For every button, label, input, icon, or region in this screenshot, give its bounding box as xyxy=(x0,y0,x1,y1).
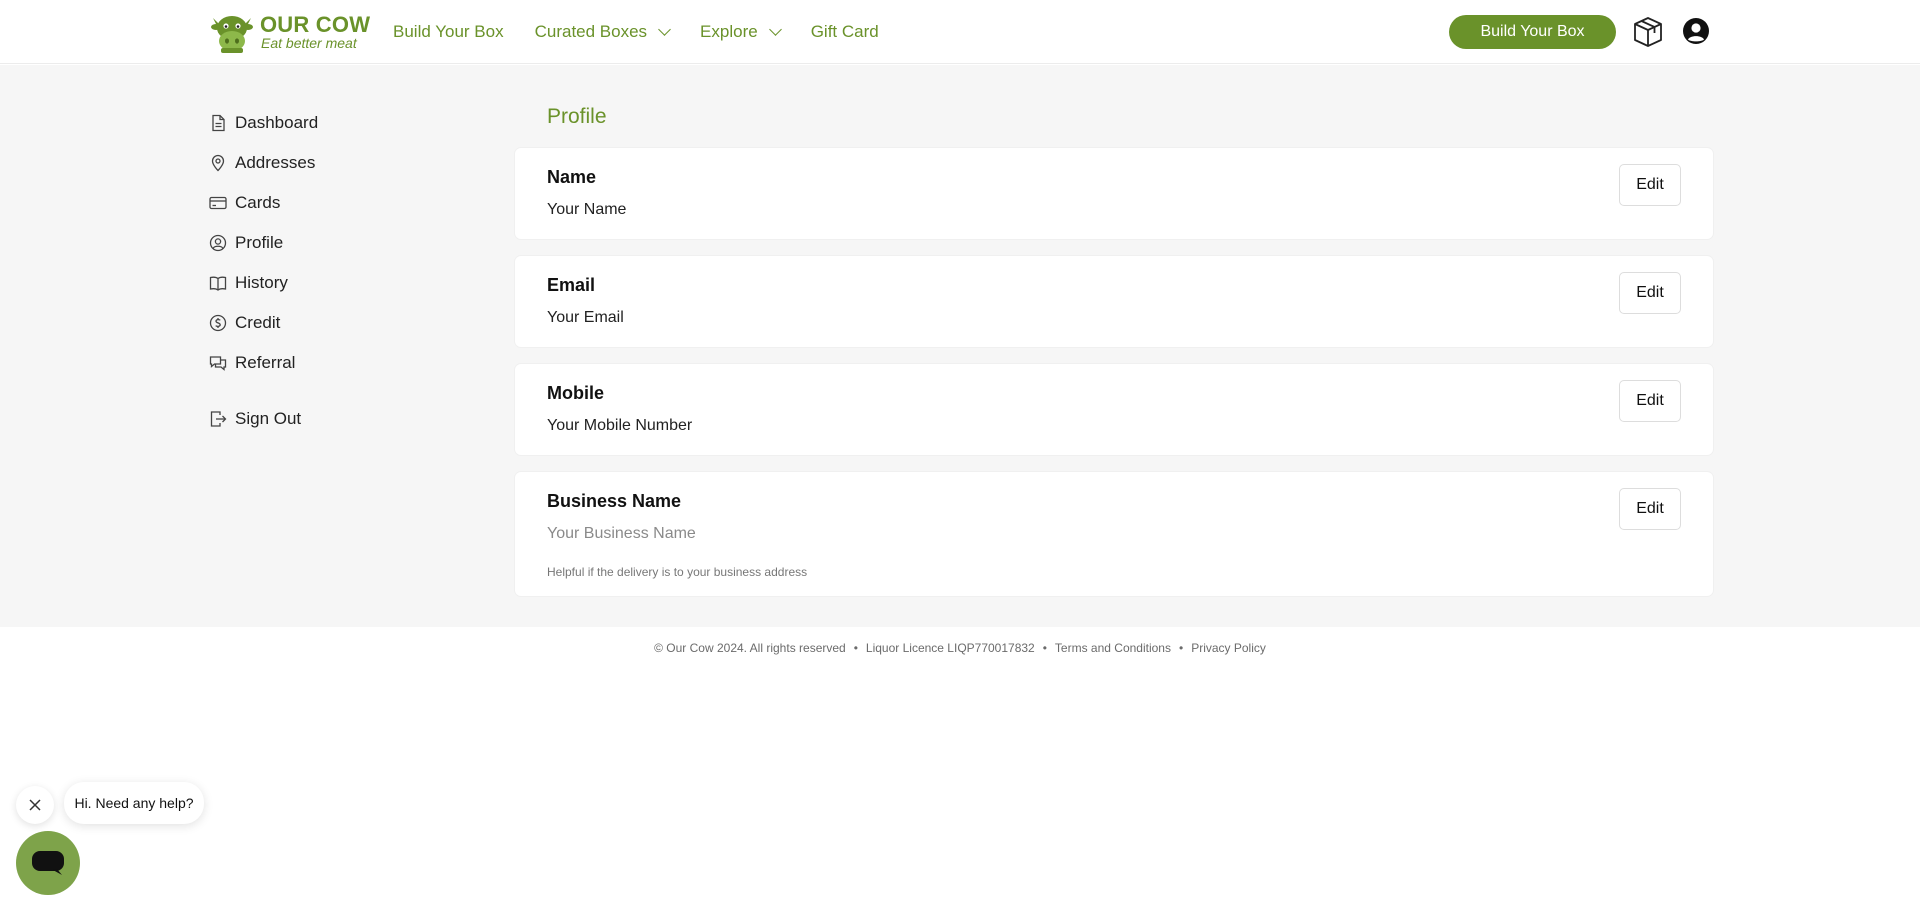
sidebar-item-label: Profile xyxy=(235,233,284,252)
footer-separator: • xyxy=(853,641,858,655)
sidebar-item-credit[interactable]: Credit xyxy=(209,303,449,343)
field-value: Your Name xyxy=(547,201,627,218)
chat-greeting[interactable]: Hi. Need any help? xyxy=(64,782,204,824)
sidebar-item-label: History xyxy=(235,273,288,292)
footer-terms-link[interactable]: Terms and Conditions xyxy=(1055,641,1171,655)
credit-card-icon xyxy=(209,196,227,210)
chevron-down-icon xyxy=(768,23,782,36)
close-icon xyxy=(29,799,41,811)
nav-label: Curated Boxes xyxy=(534,22,648,41)
logo-brand: OUR COW xyxy=(260,12,371,37)
profile-field-email: Email Your Email Edit xyxy=(515,256,1713,347)
sidebar-item-label: Dashboard xyxy=(235,113,319,132)
sidebar-item-referral[interactable]: Referral xyxy=(209,343,449,383)
nav-curated-boxes[interactable]: Curated Boxes xyxy=(534,22,671,42)
nav-label: Build Your Box xyxy=(393,22,504,41)
site-header: OUR COW Eat better meat Build Your Box C… xyxy=(0,0,1920,64)
chevron-down-icon xyxy=(658,23,671,36)
sign-out-button[interactable]: Sign Out xyxy=(209,399,449,439)
nav-build-your-box[interactable]: Build Your Box xyxy=(393,22,504,42)
chat-close-button[interactable] xyxy=(16,786,54,824)
sidebar-item-cards[interactable]: Cards xyxy=(209,183,449,223)
footer-privacy-link[interactable]: Privacy Policy xyxy=(1191,641,1266,655)
sidebar-item-label: Referral xyxy=(235,353,296,372)
field-label: Business Name xyxy=(547,491,682,511)
business-name-placeholder: Your Business Name xyxy=(547,525,696,542)
nav-label: Explore xyxy=(700,22,758,41)
edit-name-button[interactable]: Edit xyxy=(1619,164,1681,206)
footer-separator: • xyxy=(1178,641,1184,655)
build-your-box-button[interactable]: Build Your Box xyxy=(1449,15,1616,49)
logo-tagline: Eat better meat xyxy=(261,35,357,51)
edit-business-name-button[interactable]: Edit xyxy=(1619,488,1681,530)
chat-bubbles-icon xyxy=(209,356,227,371)
field-label: Mobile xyxy=(547,383,604,403)
site-footer: © Our Cow 2024. All rights reserved • Liqu… xyxy=(0,641,1920,655)
edit-mobile-button[interactable]: Edit xyxy=(1619,380,1681,422)
field-label: Email xyxy=(547,275,596,295)
sidebar-item-dashboard[interactable]: Dashboard xyxy=(209,103,449,143)
sidebar-item-profile[interactable]: Profile xyxy=(209,223,449,263)
sidebar-item-label: Credit xyxy=(235,313,281,332)
field-value: Your Mobile Number xyxy=(547,417,693,434)
profile-field-business-name: Business Name Your Business Name Helpful… xyxy=(515,472,1713,596)
footer-licence: Liquor Licence LIQP770017832 xyxy=(865,641,1035,655)
sidebar-item-addresses[interactable]: Addresses xyxy=(209,143,449,183)
document-icon xyxy=(212,114,225,132)
account-page: Dashboard Addresses Cards Profile Histor… xyxy=(0,65,1920,627)
sidebar-item-history[interactable]: History xyxy=(209,263,449,303)
footer-separator: • xyxy=(1042,641,1047,655)
nav-gift-card[interactable]: Gift Card xyxy=(811,22,879,42)
cow-logo-icon xyxy=(211,16,253,53)
field-value: Your Email xyxy=(547,309,624,326)
dollar-circle-icon xyxy=(209,314,227,332)
profile-field-name: Name Your Name Edit xyxy=(515,148,1713,239)
book-icon xyxy=(209,276,227,291)
chat-icon xyxy=(32,851,64,875)
edit-email-button[interactable]: Edit xyxy=(1619,272,1681,314)
sign-out-label: Sign Out xyxy=(235,409,302,428)
footer-copyright: © Our Cow 2024. All rights reserved xyxy=(654,641,846,655)
sign-out-icon xyxy=(210,411,227,427)
user-icon[interactable] xyxy=(1682,17,1710,45)
sidebar-item-label: Addresses xyxy=(235,153,316,172)
business-name-hint: Helpful if the delivery is to your busin… xyxy=(547,565,808,579)
sidebar-item-label: Cards xyxy=(235,193,281,212)
field-label: Name xyxy=(547,167,597,187)
main-nav: Build Your Box Curated Boxes Explore Gif… xyxy=(393,20,910,44)
user-circle-icon xyxy=(209,234,227,252)
profile-field-mobile: Mobile Your Mobile Number Edit xyxy=(515,364,1713,455)
location-pin-icon xyxy=(211,154,225,172)
chat-launcher-button[interactable] xyxy=(16,831,80,895)
account-sidebar: Dashboard Addresses Cards Profile Histor… xyxy=(209,103,449,439)
nav-label: Gift Card xyxy=(810,22,879,41)
site-logo[interactable]: OUR COW Eat better meat xyxy=(209,10,370,54)
page-title: Profile xyxy=(547,105,607,128)
box-icon[interactable] xyxy=(1633,16,1663,48)
nav-explore[interactable]: Explore xyxy=(700,22,782,42)
